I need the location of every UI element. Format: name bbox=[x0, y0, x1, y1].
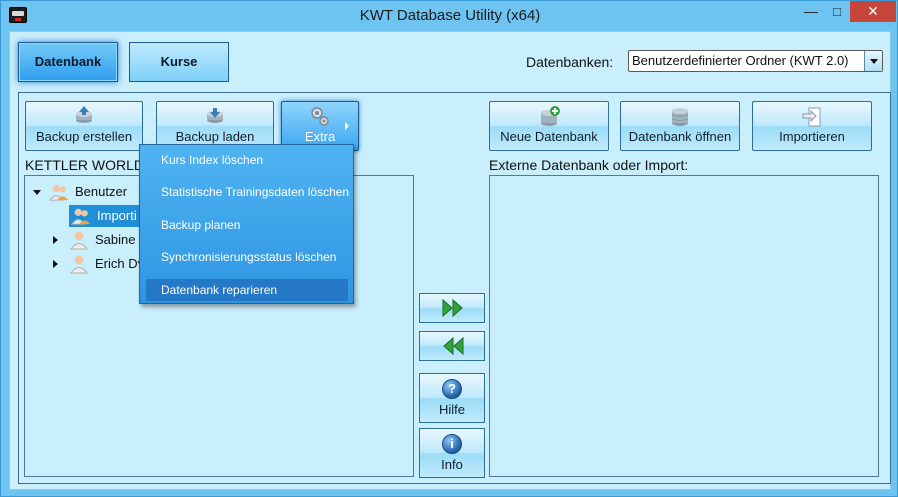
menu-item-trainingsdaten-loeschen[interactable]: Statistische Trainingsdaten löschen bbox=[146, 181, 349, 203]
new-database-button[interactable]: Neue Datenbank bbox=[489, 101, 609, 151]
chevron-right-icon bbox=[345, 122, 349, 130]
info-icon: i bbox=[442, 434, 462, 454]
users-icon bbox=[49, 184, 69, 201]
import-button[interactable]: Importieren bbox=[752, 101, 872, 151]
external-database-list[interactable] bbox=[489, 175, 879, 477]
new-database-label: Neue Datenbank bbox=[500, 129, 598, 144]
user-icon bbox=[70, 231, 88, 250]
double-arrow-left-icon bbox=[443, 337, 464, 355]
database-selector[interactable]: Benutzerdefinierter Ordner (KWT 2.0) bbox=[628, 50, 883, 72]
backup-create-label: Backup erstellen bbox=[35, 129, 133, 144]
tree-item-label: Erich Dv bbox=[95, 256, 145, 271]
gears-icon bbox=[311, 107, 329, 126]
minimize-button[interactable]: — bbox=[798, 2, 824, 22]
app-window: KWT Database Utility (x64) — □ ✕ Datenba… bbox=[0, 0, 898, 497]
chevron-down-icon[interactable] bbox=[864, 51, 882, 71]
tree-item-importi[interactable]: Importi bbox=[69, 205, 141, 227]
menu-item-datenbank-reparieren[interactable]: Datenbank reparieren bbox=[146, 279, 348, 301]
import-label: Importieren bbox=[779, 129, 845, 144]
database-icon bbox=[671, 108, 689, 126]
help-button[interactable]: ? Hilfe bbox=[419, 373, 485, 423]
open-database-label: Datenbank öffnen bbox=[628, 129, 732, 144]
database-add-icon bbox=[541, 106, 560, 126]
close-button[interactable]: ✕ bbox=[850, 1, 896, 22]
info-label: Info bbox=[441, 457, 463, 472]
database-upload-icon bbox=[76, 106, 92, 123]
import-document-icon bbox=[802, 107, 821, 127]
database-download-icon bbox=[207, 108, 223, 123]
database-selector-label: Datenbanken: bbox=[526, 54, 614, 70]
tree-item-label: Benutzer bbox=[75, 184, 128, 199]
help-label: Hilfe bbox=[438, 402, 465, 417]
transfer-right-button[interactable] bbox=[419, 293, 485, 323]
tree-item-label: Sabine bbox=[95, 232, 136, 247]
tree-item-label: Importi bbox=[97, 208, 137, 223]
menu-item-backup-planen[interactable]: Backup planen bbox=[146, 214, 348, 236]
users-icon bbox=[71, 208, 91, 225]
menu-item-synchronisierungsstatus-loeschen[interactable]: Synchronisierungsstatus löschen bbox=[146, 246, 348, 268]
chevron-right-icon[interactable] bbox=[53, 260, 58, 268]
backup-load-label: Backup laden bbox=[175, 129, 255, 144]
info-button[interactable]: i Info bbox=[419, 428, 485, 478]
right-panel-title: Externe Datenbank oder Import: bbox=[489, 157, 689, 173]
extra-menu: Kurs Index löschen Statistische Training… bbox=[139, 144, 354, 304]
double-arrow-right-icon bbox=[442, 299, 463, 317]
user-icon bbox=[70, 255, 88, 274]
tab-datenbank[interactable]: Datenbank bbox=[18, 42, 118, 82]
left-panel-title: KETTLER WORLD bbox=[25, 157, 145, 173]
database-selector-value: Benutzerdefinierter Ordner (KWT 2.0) bbox=[632, 53, 849, 68]
backup-create-button[interactable]: Backup erstellen bbox=[25, 101, 143, 151]
open-database-button[interactable]: Datenbank öffnen bbox=[620, 101, 740, 151]
extra-label: Extra bbox=[304, 129, 336, 144]
maximize-button[interactable]: □ bbox=[824, 2, 850, 22]
title-bar: KWT Database Utility (x64) — □ ✕ bbox=[1, 1, 898, 31]
help-icon: ? bbox=[442, 379, 462, 399]
tab-kurse[interactable]: Kurse bbox=[129, 42, 229, 82]
chevron-right-icon[interactable] bbox=[53, 236, 58, 244]
transfer-left-button[interactable] bbox=[419, 331, 485, 361]
menu-item-kurs-index-loeschen[interactable]: Kurs Index löschen bbox=[146, 149, 348, 171]
window-title: KWT Database Utility (x64) bbox=[359, 7, 541, 24]
chevron-down-icon[interactable] bbox=[33, 190, 41, 195]
